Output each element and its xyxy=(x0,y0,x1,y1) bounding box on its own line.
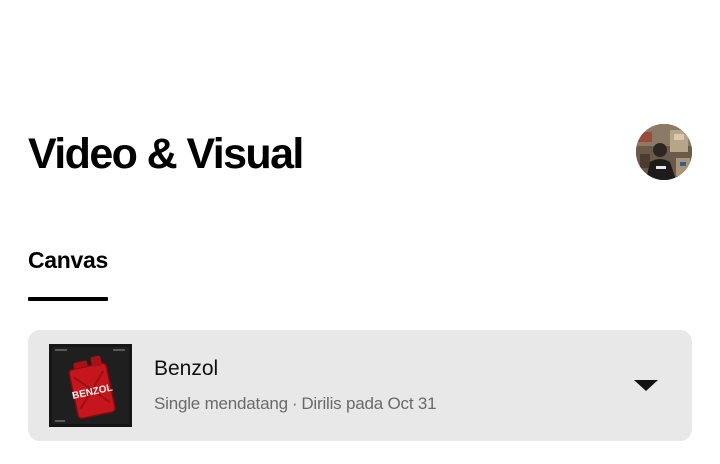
page-title: Video & Visual xyxy=(28,130,304,178)
tab-active-indicator xyxy=(28,297,109,301)
meta-separator: · xyxy=(291,394,298,413)
profile-avatar[interactable] xyxy=(636,124,692,180)
release-title: Benzol xyxy=(154,357,219,380)
avatar-photo-icon xyxy=(636,124,692,180)
release-cover-art: BENZOL xyxy=(49,344,132,427)
release-card[interactable]: BENZOL Benzol Single mendatang · Dirilis p… xyxy=(28,330,692,441)
expand-button[interactable] xyxy=(632,374,660,396)
video-visual-page: Video & Visual Canvas BENZOL Benzol Sing… xyxy=(0,0,720,464)
release-status: Single mendatang xyxy=(154,394,288,413)
tab-canvas[interactable]: Canvas xyxy=(28,238,108,302)
release-date: Dirilis pada Oct 31 xyxy=(301,394,437,413)
caret-down-icon xyxy=(634,380,658,391)
tab-canvas-label: Canvas xyxy=(28,247,109,273)
release-meta: Single mendatang · Dirilis pada Oct 31 xyxy=(154,393,437,415)
tab-bar: Canvas xyxy=(28,238,108,302)
